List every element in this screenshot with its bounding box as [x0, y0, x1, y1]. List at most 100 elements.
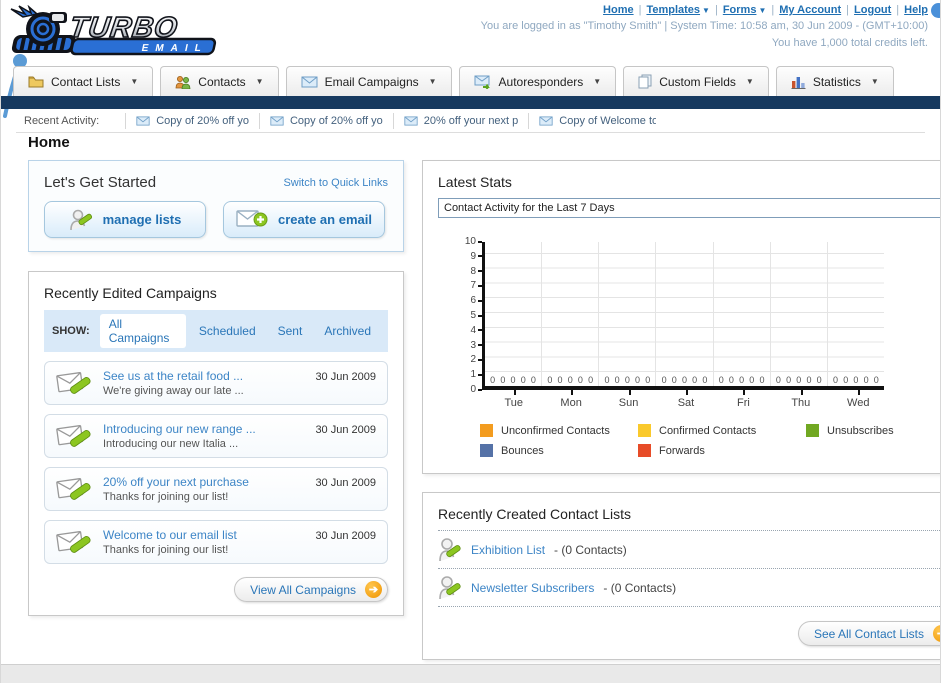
campaign-date: 30 Jun 2009: [315, 371, 376, 383]
recent-activity-item[interactable]: Copy of 20% off yo: [125, 113, 259, 129]
header-link-my-account[interactable]: My Account: [779, 4, 841, 16]
recent-activity-item[interactable]: Copy of Welcome to: [528, 113, 666, 129]
legend-swatch: [638, 424, 651, 437]
page-title: Home: [28, 134, 70, 151]
envelope-pencil-icon: [56, 531, 91, 553]
campaign-title-link[interactable]: See us at the retail food ...: [103, 369, 244, 383]
pages-icon: [638, 74, 652, 89]
x-axis-label: Thu: [772, 390, 829, 409]
header-link-logout[interactable]: Logout: [854, 4, 891, 16]
latest-stats-panel: Latest Stats Contact Activity for the La…: [422, 160, 940, 474]
see-all-contact-lists-button[interactable]: See All Contact Lists ➔: [797, 621, 940, 646]
value-label: 0: [806, 375, 812, 385]
bar-chart-icon: [791, 76, 806, 89]
value-label: 0: [624, 375, 630, 385]
envelope-icon: [539, 116, 553, 126]
campaign-title-link[interactable]: 20% off your next purchase: [103, 475, 249, 489]
chart-legend: Unconfirmed Contacts Confirmed Contacts Un…: [480, 424, 940, 457]
tab-archived[interactable]: Archived: [315, 321, 380, 341]
legend-swatch: [480, 444, 493, 457]
create-an-email-button[interactable]: create an email: [223, 201, 385, 238]
stats-report-select[interactable]: Contact Activity for the Last 7 Days ▼: [438, 198, 940, 218]
recent-activity-item[interactable]: 20% off your next p: [392, 113, 529, 129]
legend-label: Bounces: [501, 444, 544, 457]
recent-activity-item[interactable]: Copy of 20% off yo: [258, 113, 393, 129]
tab-sent[interactable]: Sent: [269, 321, 312, 341]
campaign-row[interactable]: 20% off your next purchase Thanks for jo…: [44, 467, 388, 511]
value-label: 0: [520, 375, 526, 385]
logo-graphic: TURBO EMAIL: [10, 5, 217, 56]
value-label: 0: [816, 375, 822, 385]
campaign-subtitle: Thanks for joining our list!: [103, 491, 229, 503]
y-axis-tick: 1: [470, 369, 482, 380]
header-link-help[interactable]: Help: [904, 4, 928, 16]
campaign-subtitle: Thanks for joining our list!: [103, 544, 229, 556]
value-label: 0: [843, 375, 849, 385]
nav-tab-statistics[interactable]: Statistics ▼: [775, 66, 894, 96]
manage-lists-button[interactable]: manage lists: [44, 201, 206, 238]
value-label: 0: [547, 375, 553, 385]
contact-list-count: - (0 Contacts): [554, 542, 627, 557]
chevron-down-icon: ▼: [745, 77, 754, 86]
tab-scheduled[interactable]: Scheduled: [190, 321, 265, 341]
turbo-email-dashboard: TURBO EMAIL Home | Templates ▼ | Forms ▼ | My Ac…: [0, 0, 941, 683]
bar-group: 00000: [656, 242, 714, 386]
arrow-right-icon: ➔: [365, 581, 382, 598]
y-axis-tick: 4: [470, 325, 482, 336]
y-axis-tick: 10: [465, 236, 482, 247]
contacts-icon: [175, 75, 191, 89]
tab-all-campaigns[interactable]: All Campaigns: [99, 314, 186, 348]
y-axis-tick: 7: [470, 280, 482, 291]
campaign-row[interactable]: Introducing our new range ... Introducin…: [44, 414, 388, 458]
person-pencil-icon: [439, 576, 461, 600]
campaign-title-link[interactable]: Introducing our new range ...: [103, 422, 256, 436]
nav-tab-custom-fields[interactable]: Custom Fields ▼: [623, 66, 769, 96]
bar-group: 00000: [771, 242, 828, 386]
contact-list-row[interactable]: Exhibition List - (0 Contacts): [438, 531, 940, 569]
envelope-icon: [136, 116, 150, 126]
nav-tab-autoresponders[interactable]: Autoresponders ▼: [458, 66, 617, 96]
svg-text:EMAIL: EMAIL: [140, 43, 208, 54]
campaign-row[interactable]: See us at the retail food ... We're givi…: [44, 361, 388, 405]
legend-item: Confirmed Contacts: [638, 424, 806, 437]
x-axis-label: Fri: [715, 390, 772, 409]
header-link-home[interactable]: Home: [603, 4, 634, 16]
legend-label: Unsubscribes: [827, 424, 894, 437]
nav-tab-email-campaigns[interactable]: Email Campaigns ▼: [285, 66, 452, 96]
nav-tab-contact-lists[interactable]: Contact Lists ▼: [13, 66, 154, 96]
header-link-forms[interactable]: Forms ▼: [723, 4, 767, 16]
value-label: 0: [749, 375, 755, 385]
contact-list-row[interactable]: Newsletter Subscribers - (0 Contacts): [438, 569, 940, 607]
value-label: 0: [557, 375, 563, 385]
bar-group: 00000: [542, 242, 600, 386]
recent-activity-bar: Recent Activity: Copy of 20% off yo Copy…: [16, 110, 925, 133]
arrow-right-icon: ➔: [933, 625, 940, 642]
value-label: 0: [604, 375, 610, 385]
credits-text: You have 1,000 total credits left.: [771, 37, 928, 49]
campaign-date: 30 Jun 2009: [315, 530, 376, 542]
footer-strip: [1, 664, 940, 683]
bar-group: 00000: [485, 242, 543, 386]
legend-item: Unsubscribes: [806, 424, 940, 437]
nav-tab-contacts[interactable]: Contacts ▼: [160, 66, 279, 96]
campaign-date: 30 Jun 2009: [315, 477, 376, 489]
value-label: 0: [635, 375, 641, 385]
legend-label: Confirmed Contacts: [659, 424, 757, 437]
view-all-campaigns-button[interactable]: View All Campaigns ➔: [234, 577, 388, 602]
campaign-row[interactable]: Welcome to our email list Thanks for joi…: [44, 520, 388, 564]
campaign-title-link[interactable]: Welcome to our email list: [103, 528, 237, 542]
help-bubble-icon[interactable]: [931, 3, 940, 18]
value-label: 0: [702, 375, 708, 385]
chevron-down-icon: ▼: [255, 77, 264, 86]
switch-to-quick-links[interactable]: Switch to Quick Links: [283, 177, 388, 189]
envelope-pencil-icon: [56, 478, 91, 500]
contact-list-link[interactable]: Newsletter Subscribers: [471, 581, 594, 595]
recent-activity-label: Recent Activity:: [24, 115, 100, 127]
contact-list-link[interactable]: Exhibition List: [471, 543, 545, 557]
value-label: 0: [490, 375, 496, 385]
value-label: 0: [671, 375, 677, 385]
header-link-templates[interactable]: Templates ▼: [646, 4, 710, 16]
value-label: 0: [759, 375, 765, 385]
value-label: 0: [510, 375, 516, 385]
show-label: SHOW:: [52, 325, 90, 337]
